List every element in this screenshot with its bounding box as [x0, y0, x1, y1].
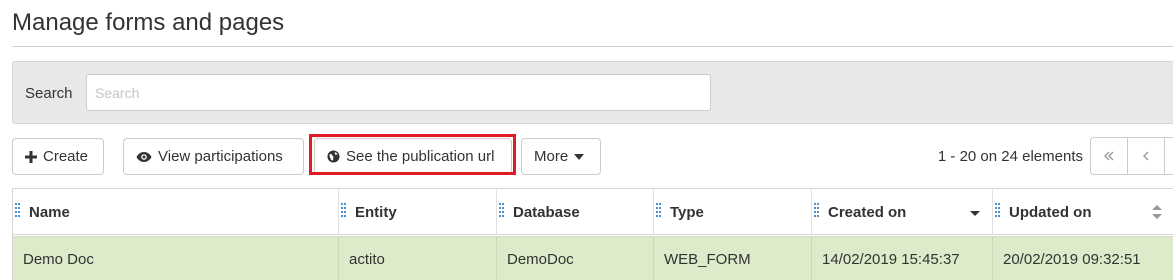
- see-publication-url-label: See the publication url: [346, 148, 495, 165]
- column-header-label: Entity: [355, 203, 397, 221]
- table-cell-database: DemoDoc: [496, 237, 653, 280]
- search-label: Search: [25, 85, 73, 102]
- create-button-label: Create: [43, 148, 89, 165]
- table-row[interactable]: Demo Doc actito DemoDoc WEB_FORM 14/02/2…: [13, 236, 1173, 280]
- column-header-entity[interactable]: Entity: [338, 189, 496, 235]
- drag-grip-icon[interactable]: [814, 203, 819, 221]
- sort-descending-icon[interactable]: [970, 205, 980, 219]
- caret-down-icon: [574, 153, 585, 160]
- column-header-type[interactable]: Type: [653, 189, 811, 235]
- column-header-label: Created on: [828, 203, 907, 221]
- column-header-name[interactable]: Name: [13, 189, 338, 235]
- table-cell-updated-on: 20/02/2019 09:32:51: [992, 237, 1173, 280]
- see-publication-url-button[interactable]: See the publication url: [314, 138, 512, 175]
- plus-icon: [25, 150, 37, 163]
- column-header-label: Updated on: [1009, 203, 1092, 221]
- column-header-database[interactable]: Database: [496, 189, 653, 235]
- pagination: [1090, 137, 1173, 175]
- more-button-label: More: [534, 148, 569, 165]
- search-panel: Search: [12, 61, 1173, 124]
- column-header-updated-on[interactable]: Updated on: [992, 189, 1173, 235]
- forms-table: Name Entity Database Type Created on Upd…: [12, 188, 1173, 280]
- eye-icon: [136, 151, 152, 162]
- view-participations-label: View participations: [158, 148, 283, 165]
- double-chevron-left-icon: [1104, 151, 1114, 161]
- title-divider: [12, 46, 1173, 47]
- column-header-label: Name: [29, 203, 70, 221]
- page-title: Manage forms and pages: [12, 9, 285, 36]
- first-page-button[interactable]: [1091, 138, 1128, 174]
- column-header-label: Database: [513, 203, 580, 221]
- table-header: Name Entity Database Type Created on Upd…: [13, 189, 1173, 235]
- drag-grip-icon[interactable]: [499, 203, 504, 221]
- pagination-info: 1 - 20 on 24 elements: [937, 148, 1083, 165]
- table-cell-entity: actito: [338, 237, 496, 280]
- view-participations-button[interactable]: View participations: [123, 138, 304, 175]
- previous-page-button[interactable]: [1128, 138, 1165, 174]
- create-button[interactable]: Create: [12, 138, 104, 175]
- chevron-left-icon: [1143, 151, 1149, 161]
- drag-grip-icon[interactable]: [15, 203, 20, 221]
- sort-both-icon[interactable]: [1152, 205, 1162, 219]
- more-dropdown-button[interactable]: More: [521, 138, 601, 175]
- table-cell-created-on: 14/02/2019 15:45:37: [811, 237, 992, 280]
- table-cell-name: Demo Doc: [23, 251, 94, 268]
- column-header-label: Type: [670, 203, 704, 221]
- drag-grip-icon[interactable]: [656, 203, 661, 221]
- drag-grip-icon[interactable]: [995, 203, 1000, 221]
- table-cell-type: WEB_FORM: [653, 237, 811, 280]
- search-input[interactable]: [86, 74, 711, 111]
- drag-grip-icon[interactable]: [341, 203, 346, 221]
- globe-icon: [327, 150, 340, 163]
- column-header-created-on[interactable]: Created on: [811, 189, 992, 235]
